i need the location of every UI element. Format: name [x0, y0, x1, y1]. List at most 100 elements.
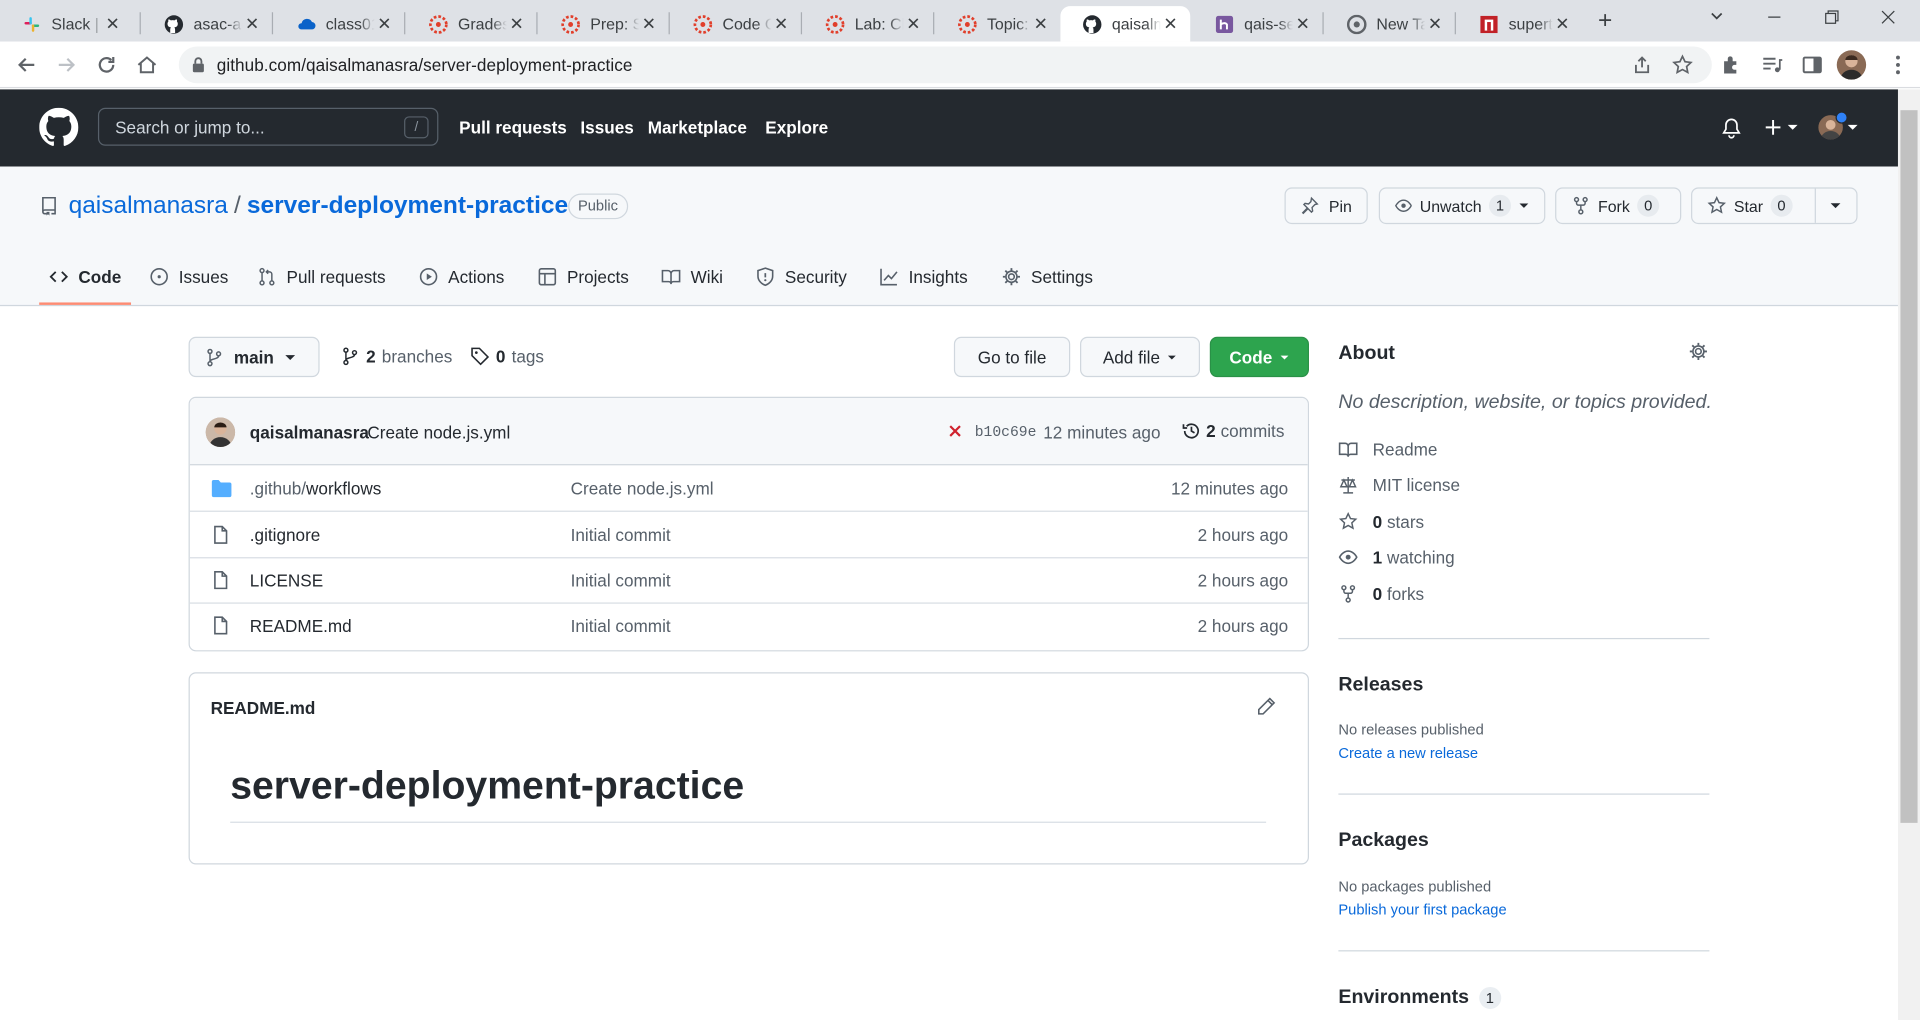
tab-pull-requests[interactable]: Pull requests: [257, 267, 386, 287]
extensions-icon[interactable]: [1719, 53, 1743, 77]
tab-code[interactable]: Code: [49, 267, 121, 287]
add-file-button[interactable]: Add file: [1080, 336, 1201, 378]
gear-icon[interactable]: [1689, 342, 1709, 362]
tab-close-icon[interactable]: ✕: [1293, 13, 1313, 34]
tab-insights[interactable]: Insights: [879, 267, 968, 287]
search-input[interactable]: Search or jump to... /: [97, 107, 439, 146]
star-list-dropdown[interactable]: [1815, 189, 1856, 223]
tab-settings[interactable]: Settings: [1002, 267, 1093, 287]
browser-tab[interactable]: Grades ✕: [407, 6, 537, 42]
profile-avatar[interactable]: [1836, 50, 1867, 80]
watching-link[interactable]: 1 watching: [1338, 547, 1455, 567]
user-menu[interactable]: [1818, 111, 1858, 140]
browser-tab[interactable]: superte ✕: [1457, 6, 1582, 42]
browser-tab[interactable]: Code Ch ✕: [671, 6, 801, 42]
tab-close-icon[interactable]: ✕: [904, 13, 924, 34]
commit-message[interactable]: Create node.js.yml: [367, 422, 510, 442]
github-logo-icon[interactable]: [39, 107, 79, 147]
fork-button[interactable]: Fork 0: [1555, 187, 1682, 225]
browser-tab[interactable]: class01 ✕: [274, 6, 404, 42]
publish-package-link[interactable]: Publish your first package: [1338, 901, 1506, 918]
header-nav-pull-requests[interactable]: Pull requests: [459, 118, 567, 138]
table-row[interactable]: README.md Initial commit 2 hours ago: [190, 604, 1308, 649]
forks-link[interactable]: 0 forks: [1338, 584, 1424, 604]
file-commit-message[interactable]: Create node.js.yml: [571, 479, 714, 499]
repo-name-link[interactable]: server-deployment-practice: [247, 192, 568, 220]
commit-sha[interactable]: b10c69e: [975, 424, 1037, 441]
avatar[interactable]: [205, 417, 236, 447]
tab-close-icon[interactable]: ✕: [1425, 13, 1445, 34]
media-control-icon[interactable]: [1760, 53, 1784, 77]
create-new-dropdown[interactable]: [1763, 118, 1799, 138]
lock-icon[interactable]: [191, 56, 206, 73]
license-link[interactable]: MIT license: [1338, 475, 1460, 495]
tab-close-icon[interactable]: ✕: [507, 13, 527, 34]
tab-wiki[interactable]: Wiki: [661, 267, 723, 287]
share-icon[interactable]: [1631, 54, 1653, 76]
releases-heading[interactable]: Releases: [1338, 675, 1423, 697]
tab-search-icon[interactable]: [1708, 7, 1725, 24]
more-menu-icon[interactable]: [1886, 53, 1910, 77]
minimize-icon[interactable]: [1767, 10, 1782, 25]
browser-tab[interactable]: New Tab ✕: [1325, 6, 1455, 42]
branch-select-button[interactable]: main: [188, 336, 320, 378]
restore-icon[interactable]: [1825, 10, 1840, 25]
forward-icon[interactable]: [54, 53, 78, 77]
window-close-icon[interactable]: [1881, 10, 1896, 25]
create-release-link[interactable]: Create a new release: [1338, 744, 1478, 761]
tab-close-icon[interactable]: ✕: [103, 13, 123, 34]
tab-close-icon[interactable]: ✕: [375, 13, 395, 34]
home-icon[interactable]: [135, 53, 159, 77]
tab-projects[interactable]: Projects: [538, 267, 629, 287]
packages-heading[interactable]: Packages: [1338, 830, 1428, 852]
bookmark-star-icon[interactable]: [1671, 54, 1693, 76]
header-nav-marketplace[interactable]: Marketplace: [648, 118, 747, 138]
browser-tab[interactable]: Prep: Se ✕: [539, 6, 669, 42]
pin-button[interactable]: Pin: [1284, 187, 1368, 225]
back-icon[interactable]: [15, 53, 39, 77]
side-panel-icon[interactable]: [1800, 53, 1824, 77]
tab-close-icon[interactable]: ✕: [1161, 13, 1181, 34]
reload-icon[interactable]: [94, 53, 118, 77]
browser-tab[interactable]: Slack | asac-ad ✕: [0, 6, 132, 42]
tags-link[interactable]: 0 tags: [470, 347, 544, 366]
branches-link[interactable]: 2 branches: [340, 347, 452, 366]
file-name[interactable]: LICENSE: [250, 571, 323, 591]
address-bar[interactable]: github.com/qaisalmanasra/server-deployme…: [178, 46, 1712, 84]
tab-close-icon[interactable]: ✕: [639, 13, 659, 34]
header-nav-explore[interactable]: Explore: [765, 118, 828, 138]
tab-close-icon[interactable]: ✕: [1031, 13, 1051, 34]
pencil-icon[interactable]: [1256, 697, 1276, 717]
code-button[interactable]: Code: [1209, 336, 1309, 378]
browser-tab[interactable]: Topic: R ✕: [936, 6, 1061, 42]
file-name[interactable]: .gitignore: [250, 525, 321, 545]
tab-close-icon[interactable]: ✕: [242, 13, 262, 34]
failure-x-icon[interactable]: [948, 424, 963, 439]
table-row[interactable]: .gitignore Initial commit 2 hours ago: [189, 513, 1308, 559]
file-name[interactable]: .github/workflows: [250, 479, 382, 499]
environments-heading[interactable]: Environments 1: [1338, 986, 1501, 1009]
file-commit-message[interactable]: Initial commit: [571, 616, 671, 636]
tab-close-icon[interactable]: ✕: [1553, 13, 1573, 34]
repo-owner-link[interactable]: qaisalmanasra: [69, 192, 228, 220]
browser-tab[interactable]: qais-ser ✕: [1193, 6, 1323, 42]
tab-issues[interactable]: Issues: [149, 267, 228, 287]
readme-link[interactable]: Readme: [1338, 440, 1437, 459]
stars-link[interactable]: 0 stars: [1338, 512, 1424, 531]
star-button[interactable]: Star 0: [1692, 188, 1816, 223]
tab-close-icon[interactable]: ✕: [771, 13, 791, 34]
commits-link[interactable]: 2 commits: [1182, 421, 1284, 441]
tab-security[interactable]: Security: [756, 267, 847, 287]
header-nav-issues[interactable]: Issues: [580, 118, 633, 138]
browser-tab[interactable]: Lab: Cla ✕: [803, 6, 933, 42]
commit-author[interactable]: qaisalmanasra: [250, 422, 369, 442]
file-name[interactable]: README.md: [250, 616, 352, 636]
tab-actions[interactable]: Actions: [419, 267, 504, 287]
browser-tab[interactable]: asac-adv ✕: [142, 6, 272, 42]
notifications-bell-icon[interactable]: [1722, 118, 1742, 140]
go-to-file-button[interactable]: Go to file: [953, 336, 1071, 378]
table-row[interactable]: .github/workflows Create node.js.yml 12 …: [189, 467, 1308, 512]
file-commit-message[interactable]: Initial commit: [571, 571, 671, 591]
watch-button[interactable]: Unwatch 1: [1378, 187, 1546, 225]
table-row[interactable]: LICENSE Initial commit 2 hours ago: [189, 558, 1308, 604]
